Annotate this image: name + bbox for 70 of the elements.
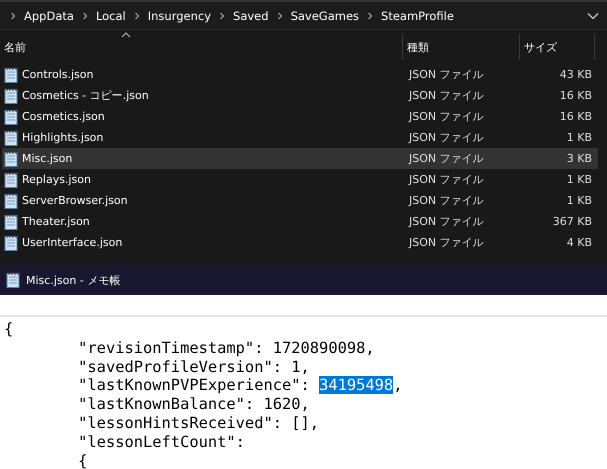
text-line: "lastKnownBalance": 1620,: [77, 395, 311, 414]
sort-caret-icon: [121, 32, 131, 38]
file-name: UserInterface.json: [22, 236, 122, 249]
breadcrumb-item[interactable]: SteamProfile: [381, 8, 454, 22]
file-name: Controls.json: [22, 68, 94, 81]
file-type: JSON ファイル: [408, 214, 485, 229]
file-type: JSON ファイル: [408, 172, 485, 187]
text-line: ,: [393, 376, 402, 394]
file-row[interactable]: Misc.json JSON ファイル 3 KB: [2, 148, 598, 169]
file-type: JSON ファイル: [408, 193, 485, 208]
file-row[interactable]: Cosmetics.json JSON ファイル 16 KB: [2, 106, 598, 127]
file-type: JSON ファイル: [408, 235, 485, 250]
breadcrumb-item[interactable]: Local: [96, 8, 126, 22]
chevron-icon: [8, 10, 18, 20]
notepad-file-icon: [4, 172, 18, 188]
file-row[interactable]: Replays.json JSON ファイル 1 KB: [2, 169, 598, 190]
file-size: 3 KB: [566, 152, 592, 165]
file-name: Highlights.json: [22, 131, 104, 144]
text-line: "savedProfileVersion": 1,: [77, 358, 311, 376]
file-row[interactable]: Theater.json JSON ファイル 367 KB: [2, 211, 598, 232]
notepad-file-icon: [4, 66, 18, 82]
dropdown-chevron-icon[interactable]: [587, 12, 599, 20]
text-line: "lessonHintsReceived": [],: [77, 414, 320, 433]
selected-text: 34195498: [319, 376, 394, 394]
breadcrumb-item[interactable]: Insurgency: [148, 8, 212, 22]
file-row[interactable]: Cosmetics - コピー.json JSON ファイル 16 KB: [2, 85, 598, 106]
notepad-file-icon: [4, 234, 18, 250]
notepad-file-icon: [4, 214, 18, 230]
file-size: 16 KB: [558, 110, 592, 123]
breadcrumb-item[interactable]: Saved: [233, 8, 269, 22]
text-line: "lastKnownPVPExperience":: [77, 376, 311, 394]
file-name: Misc.json: [22, 152, 72, 165]
file-size: 16 KB: [558, 89, 592, 102]
text-line: {: [4, 320, 14, 339]
breadcrumb-item[interactable]: SaveGames: [290, 8, 360, 22]
notepad-file-icon: [4, 150, 18, 166]
file-type: JSON ファイル: [408, 88, 485, 103]
notepad-file-icon: [6, 272, 20, 288]
notepad-file-icon: [4, 108, 18, 124]
text-line: {: [77, 452, 88, 469]
notepad-file-icon: [4, 192, 18, 208]
file-row[interactable]: Controls.json JSON ファイル 43 KB: [2, 64, 598, 85]
file-size: 1 KB: [566, 173, 592, 186]
file-type: JSON ファイル: [408, 67, 485, 82]
file-row[interactable]: UserInterface.json JSON ファイル 4 KB: [2, 232, 598, 253]
file-name: Cosmetics - コピー.json: [22, 88, 149, 103]
file-size: 1 KB: [566, 131, 592, 144]
file-type: JSON ファイル: [408, 151, 485, 166]
column-header[interactable]: 名前: [0, 34, 403, 60]
file-name: Cosmetics.json: [22, 110, 105, 123]
file-size: 43 KB: [558, 68, 592, 81]
notepad-file-icon: [4, 130, 18, 146]
column-header[interactable]: サイズ: [520, 34, 595, 60]
text-editor[interactable]: { "revisionTimestamp": 1720890098, "savedProfileVersion": 1, "lastKnownPVPExperience": 34195498, "lastKnownBalance": 1620, "lessonHintsReceived": [], "lessonLeftCount": {: [0, 317, 607, 469]
file-name: Replays.json: [22, 173, 91, 186]
window-title: Misc.json - メモ帳: [26, 272, 120, 288]
file-name: ServerBrowser.json: [22, 194, 128, 207]
file-type: JSON ファイル: [408, 109, 485, 124]
text-line: "lessonLeftCount":: [77, 432, 246, 452]
file-type: JSON ファイル: [408, 130, 485, 145]
file-size: 367 KB: [552, 215, 592, 228]
column-header[interactable]: 種類: [403, 34, 520, 60]
file-name: Theater.json: [22, 215, 90, 228]
text-line: "revisionTimestamp": 1720890098,: [77, 338, 376, 358]
notepad-file-icon: [4, 88, 18, 104]
file-size: 1 KB: [566, 194, 592, 207]
file-size: 4 KB: [566, 236, 592, 249]
breadcrumb-item[interactable]: AppData: [24, 8, 74, 22]
file-row[interactable]: Highlights.json JSON ファイル 1 KB: [2, 127, 598, 148]
file-row[interactable]: ServerBrowser.json JSON ファイル 1 KB: [2, 190, 598, 211]
